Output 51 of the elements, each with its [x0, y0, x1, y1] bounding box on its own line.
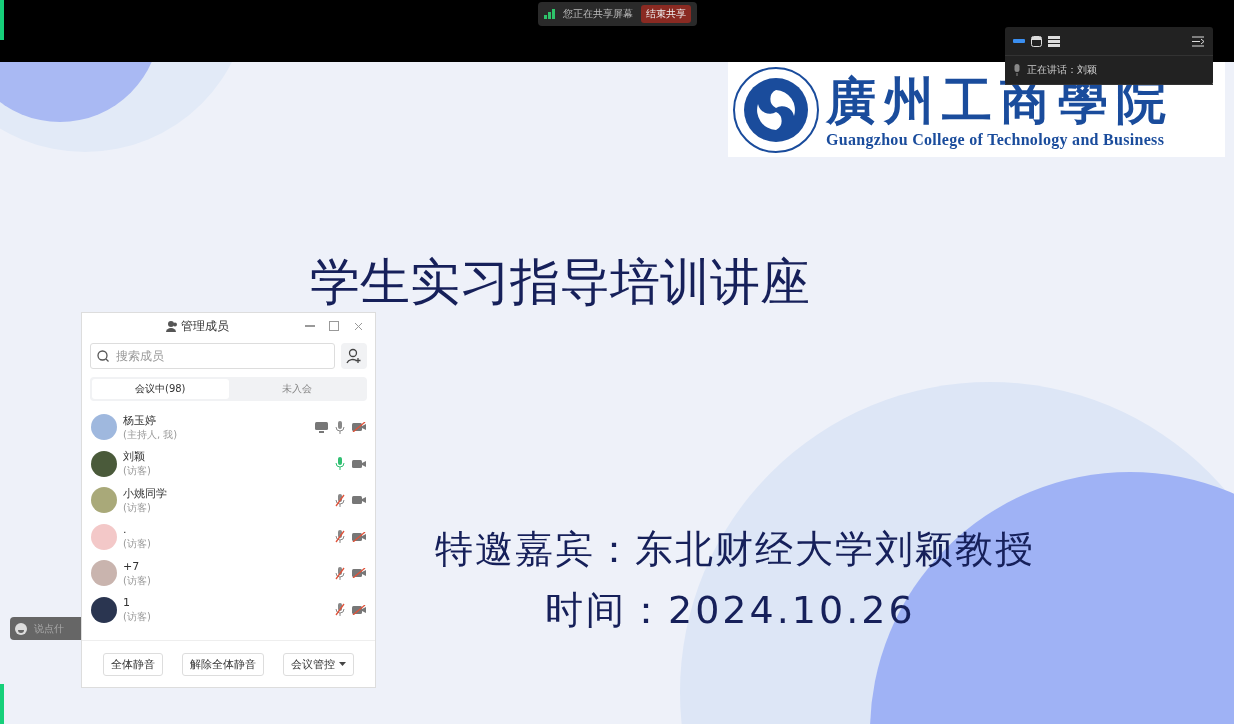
collapse-icon[interactable] — [1192, 35, 1205, 47]
list-layout-icon[interactable] — [1048, 35, 1060, 47]
members-tab[interactable]: 会议中(98) — [92, 379, 229, 399]
members-icon — [165, 320, 178, 332]
muted-mic-icon[interactable] — [335, 566, 345, 580]
member-name: 小姚同学 — [123, 486, 168, 501]
mic-icon — [1013, 64, 1021, 76]
college-emblem-icon — [732, 65, 820, 154]
window-icon[interactable] — [1031, 35, 1042, 47]
screen-share-icon[interactable] — [315, 421, 328, 433]
member-role: (主持人, 我) — [123, 427, 179, 441]
member-name: . — [123, 523, 127, 538]
maximize-icon[interactable] — [329, 321, 339, 331]
muted-mic-icon[interactable] — [335, 603, 345, 617]
muted-mic-icon[interactable] — [335, 530, 345, 544]
member-name: 刘颖 — [123, 450, 146, 465]
action-button[interactable]: 解除全体静音 — [182, 652, 264, 676]
member-role: (访客) — [123, 537, 152, 551]
camera-icon[interactable] — [352, 495, 366, 506]
camera-icon[interactable] — [352, 458, 366, 469]
member-role: (访客) — [123, 610, 152, 624]
stop-sharing-button[interactable]: 结束共享 — [640, 5, 691, 23]
member-name: 1 — [123, 596, 131, 611]
speaking-text: 正在讲话：刘颖 — [1027, 63, 1097, 77]
mic-icon[interactable] — [335, 420, 345, 434]
camera-off-icon[interactable] — [352, 568, 366, 579]
member-name: 杨玉婷 — [123, 413, 157, 428]
emoji-icon[interactable] — [15, 622, 27, 635]
guest-line: 特邀嘉宾：东北财经大学刘颖教授 — [435, 526, 1036, 573]
share-status-text: 您正在共享屏幕 — [562, 7, 633, 21]
close-icon[interactable] — [353, 321, 363, 331]
action-button[interactable]: 全体静音 — [103, 652, 164, 676]
slide-title: 学生实习指导培训讲座 — [310, 252, 811, 313]
camera-off-icon[interactable] — [352, 531, 366, 542]
search-icon — [97, 350, 109, 362]
muted-mic-icon[interactable] — [335, 493, 345, 507]
mic-icon[interactable] — [335, 457, 345, 471]
camera-off-icon[interactable] — [352, 604, 366, 615]
caret-icon — [338, 662, 346, 666]
member-role: (访客) — [123, 500, 152, 514]
member-role: (访客) — [123, 464, 152, 478]
camera-off-icon[interactable] — [352, 422, 366, 433]
college-english-name: Guangzhou College of Technology and Business — [826, 130, 1166, 149]
search-field[interactable]: 搜索成员 — [90, 343, 335, 369]
time-line: 时间：2024.10.26 — [545, 587, 917, 634]
add-member-icon[interactable] — [346, 348, 362, 364]
signal-icon — [543, 9, 555, 19]
member-role: (访客) — [123, 573, 152, 587]
dropdown-button[interactable]: 会议管控 — [282, 652, 354, 676]
member-name: +7 — [123, 559, 141, 574]
panel-title: 管理成员 — [180, 317, 230, 335]
